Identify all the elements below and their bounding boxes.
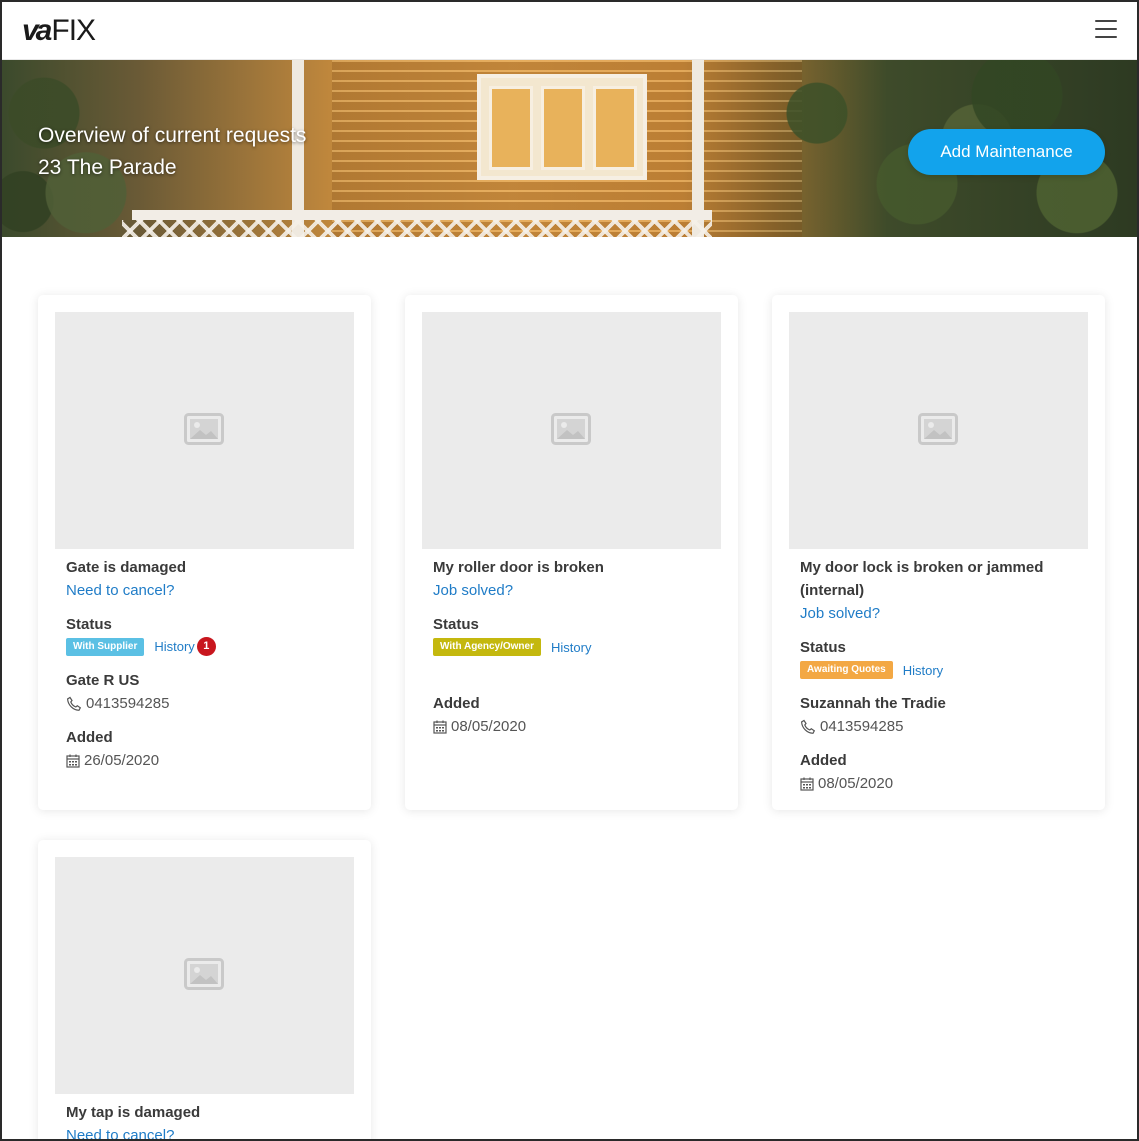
- image-placeholder-icon: [551, 413, 591, 445]
- supplier-name: Suzannah the Tradie: [800, 695, 946, 712]
- image-placeholder-icon: [184, 958, 224, 990]
- top-navbar: va FIX: [2, 2, 1137, 60]
- request-card[interactable]: My roller door is broken Job solved? Sta…: [405, 295, 738, 810]
- phone-icon: [66, 696, 82, 711]
- calendar-icon: [800, 777, 814, 791]
- vafix-logo[interactable]: va FIX: [22, 14, 96, 47]
- request-title: My door lock is broken or jammed (intern…: [800, 556, 1089, 602]
- hero-title: Overview of current requests 23 The Para…: [38, 120, 306, 184]
- image-placeholder-icon: [918, 413, 958, 445]
- supplier-phone[interactable]: 0413594285: [66, 692, 355, 715]
- request-image-placeholder: [55, 857, 354, 1094]
- porch-rail: [132, 210, 712, 220]
- request-title: My roller door is broken: [433, 559, 604, 576]
- history-link[interactable]: History: [903, 663, 943, 678]
- cancel-request-link[interactable]: Need to cancel?: [66, 579, 174, 602]
- property-address: 23 The Parade: [38, 156, 177, 179]
- status-label: Status: [433, 616, 479, 633]
- added-date: 08/05/2020: [818, 775, 894, 792]
- history-label: History: [154, 638, 195, 654]
- supplier-phone[interactable]: 0413594285: [800, 715, 1089, 738]
- request-image-placeholder: [55, 312, 354, 549]
- history-link[interactable]: History 1: [154, 636, 216, 657]
- request-image-placeholder: [789, 312, 1088, 549]
- added-label: Added: [433, 695, 480, 712]
- image-placeholder-icon: [184, 413, 224, 445]
- cancel-request-link[interactable]: Need to cancel?: [66, 1124, 174, 1139]
- logo-bold: va: [22, 14, 52, 47]
- phone-number: 0413594285: [86, 695, 170, 712]
- house-window-decoration: [477, 74, 647, 180]
- added-date: 26/05/2020: [84, 752, 160, 769]
- request-title-line: (internal): [800, 582, 865, 599]
- job-solved-link[interactable]: Job solved?: [800, 602, 880, 625]
- request-card[interactable]: My tap is damaged Need to cancel?: [38, 840, 371, 1139]
- request-card[interactable]: Gate is damaged Need to cancel? Status W…: [38, 295, 371, 810]
- hamburger-icon[interactable]: [1095, 20, 1117, 40]
- request-title-line: My door lock is broken or jammed: [800, 559, 1044, 576]
- added-date: 08/05/2020: [451, 718, 527, 735]
- request-title: My tap is damaged: [66, 1104, 201, 1121]
- history-link[interactable]: History: [551, 640, 591, 655]
- job-solved-link[interactable]: Job solved?: [433, 579, 513, 602]
- requests-grid: Gate is damaged Need to cancel? Status W…: [2, 237, 1137, 1139]
- phone-number: 0413594285: [820, 718, 904, 735]
- added-label: Added: [66, 729, 113, 746]
- calendar-icon: [433, 720, 447, 734]
- supplier-name: Gate R US: [66, 672, 140, 689]
- status-label: Status: [66, 616, 112, 633]
- history-count-badge: 1: [196, 636, 216, 656]
- request-title: Gate is damaged: [66, 559, 187, 576]
- request-image-placeholder: [422, 312, 721, 549]
- status-badge: Awaiting Quotes: [800, 661, 893, 679]
- porch-lattice: [122, 220, 712, 237]
- request-card[interactable]: My door lock is broken or jammed (intern…: [772, 295, 1105, 810]
- page-title: Overview of current requests: [38, 124, 307, 147]
- status-badge: With Supplier: [66, 638, 145, 656]
- logo-light: FIX: [51, 14, 96, 47]
- app-window: va FIX Overview of current requests 23 Th…: [0, 0, 1139, 1141]
- added-label: Added: [800, 752, 847, 769]
- calendar-icon: [66, 754, 80, 768]
- phone-icon: [800, 719, 816, 734]
- status-badge: With Agency/Owner: [433, 638, 541, 656]
- status-label: Status: [800, 639, 846, 656]
- add-maintenance-button[interactable]: Add Maintenance: [908, 129, 1105, 175]
